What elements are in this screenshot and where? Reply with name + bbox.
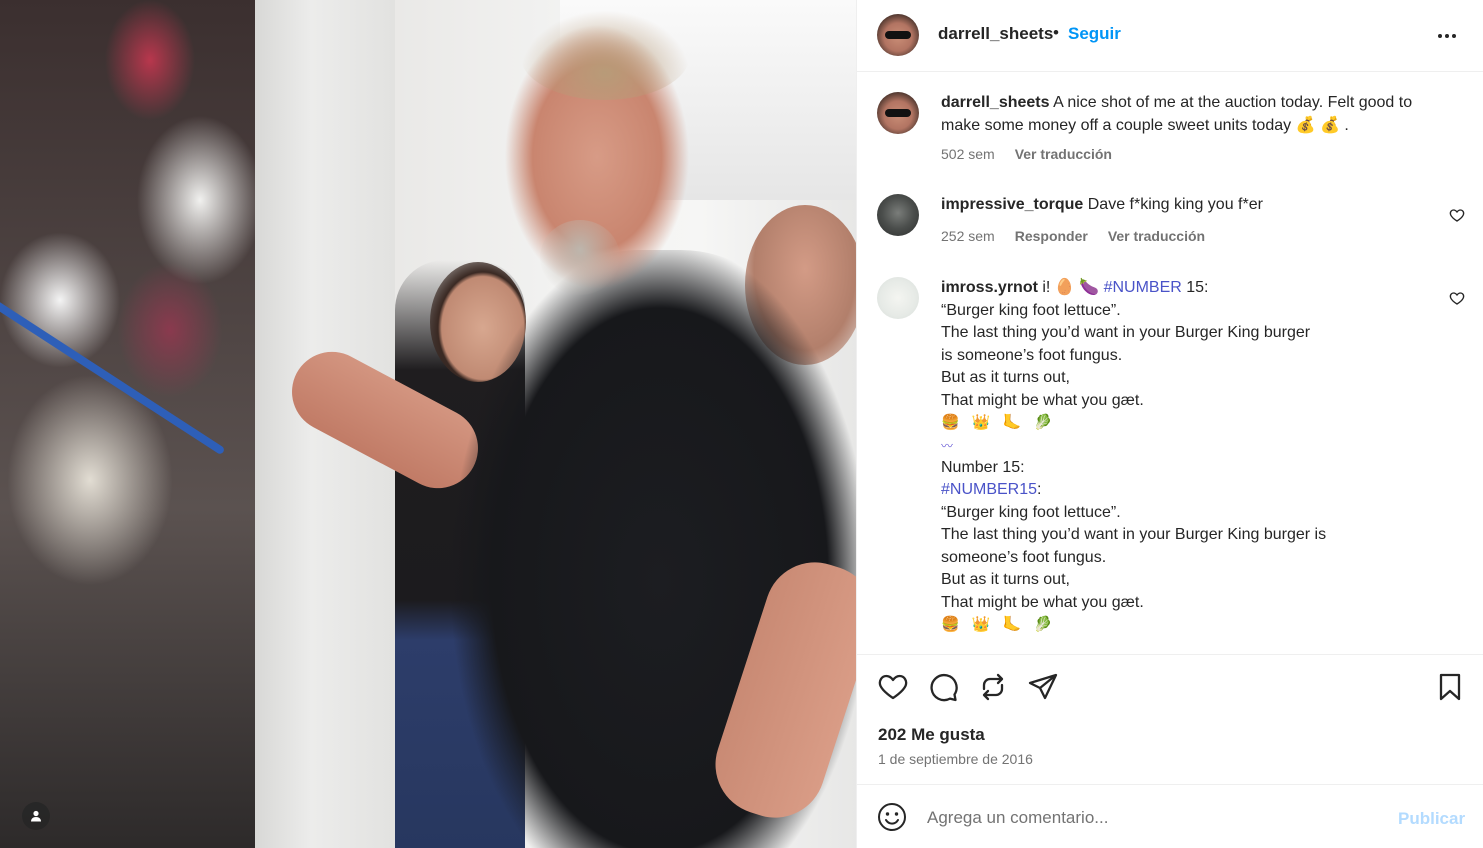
hashtag-link[interactable]: #NUMBER (1104, 279, 1182, 296)
comment-line: “Burger king foot lettuce”. (941, 301, 1121, 319)
comment-time: 252 sem (941, 228, 995, 244)
like-comment-icon[interactable] (1449, 290, 1465, 306)
publish-button[interactable]: Publicar (1398, 809, 1465, 829)
comment-body: Dave f*king king you f*er (1087, 196, 1263, 213)
more-options-button[interactable] (1435, 24, 1459, 48)
more-horizontal-icon (1438, 34, 1456, 38)
separator-dot: • (1053, 23, 1059, 42)
comment-line: someone’s foot fungus. (941, 548, 1107, 566)
caption-avatar[interactable] (877, 92, 919, 134)
comment-line: That might be what you gæt. (941, 391, 1144, 409)
emoji-picker-icon[interactable] (877, 802, 907, 832)
comment-line: The last thing you’d want in your Burger… (941, 324, 1311, 341)
comment-text: imross.yrnot i! 🥚 🍆 #NUMBER 15: “Burger … (941, 277, 1441, 637)
post-photo[interactable] (0, 0, 856, 848)
post-date: 1 de septiembre de 2016 (878, 751, 1033, 767)
man-beard (540, 220, 620, 295)
comment-text-fragment: : (1037, 481, 1042, 498)
commenter-avatar[interactable] (877, 194, 919, 236)
tagged-user-button[interactable] (22, 802, 50, 830)
commenter-avatar[interactable] (877, 277, 919, 319)
comment-line: “Burger king foot lettuce”. (941, 503, 1121, 521)
caption-text: darrell_sheets A nice shot of me at the … (941, 92, 1441, 137)
follow-button[interactable]: Seguir (1068, 24, 1121, 44)
caption-meta: 502 sem Ver traducción (941, 146, 1132, 162)
translate-button[interactable]: Ver traducción (1015, 146, 1112, 162)
share-icon[interactable] (1027, 671, 1059, 703)
like-icon[interactable] (877, 671, 909, 703)
comments-list[interactable]: darrell_sheets A nice shot of me at the … (857, 73, 1483, 654)
translate-button[interactable]: Ver traducción (1108, 228, 1205, 244)
comment-line: The last thing you’d want in your Burger… (941, 526, 1327, 543)
comment-item: imross.yrnot i! 🥚 🍆 #NUMBER 15: “Burger … (877, 277, 1467, 654)
like-comment-icon[interactable] (1449, 207, 1465, 223)
comment-icon[interactable] (927, 671, 959, 703)
comment-meta: 252 sem Responder Ver traducción (941, 228, 1225, 244)
author-username[interactable]: darrell_sheets (938, 24, 1053, 44)
closet-clothes (0, 0, 260, 848)
wave-glyph: 〰 (941, 438, 954, 453)
comment-username[interactable]: impressive_torque (941, 196, 1083, 213)
user-icon (31, 810, 41, 822)
man-hair (520, 10, 690, 100)
author-avatar[interactable] (877, 14, 919, 56)
post-actions: 202 Me gusta 1 de septiembre de 2016 (857, 654, 1483, 784)
emoji-row: 🍔 👑 🦶 🥬 (941, 616, 1057, 633)
post-header: darrell_sheets • Seguir (857, 0, 1483, 72)
caption-emojis: 💰 💰 . (1295, 116, 1349, 134)
comment-line: Number 15: (941, 458, 1025, 476)
emoji-row: 🍔 👑 🦶 🥬 (941, 414, 1057, 431)
comment-line: But as it turns out, (941, 571, 1070, 588)
like-count[interactable]: 202 Me gusta (878, 725, 985, 745)
caption: darrell_sheets A nice shot of me at the … (877, 92, 1467, 172)
comment-intro: i! 🥚 🍆 (1042, 279, 1100, 296)
post-side-panel: darrell_sheets • Seguir darrell_sheets A… (856, 0, 1483, 848)
comment-line: is someone’s foot fungus. (941, 346, 1123, 364)
comment-input[interactable] (927, 803, 1367, 833)
comment-text-fragment: 15: (1181, 279, 1209, 296)
caption-username[interactable]: darrell_sheets (941, 94, 1050, 111)
caption-time: 502 sem (941, 146, 995, 162)
save-bookmark-icon[interactable] (1434, 671, 1466, 703)
comment-text: impressive_torque Dave f*king king you f… (941, 194, 1441, 217)
hashtag-link[interactable]: #NUMBER15 (941, 481, 1037, 498)
repost-icon[interactable] (977, 671, 1009, 703)
comment-line: That might be what you gæt. (941, 593, 1144, 611)
comment-item: impressive_torque Dave f*king king you f… (877, 194, 1467, 254)
reply-button[interactable]: Responder (1015, 228, 1088, 244)
comment-username[interactable]: imross.yrnot (941, 279, 1038, 296)
comment-composer: Publicar (857, 784, 1483, 848)
comment-line: But as it turns out, (941, 369, 1070, 386)
